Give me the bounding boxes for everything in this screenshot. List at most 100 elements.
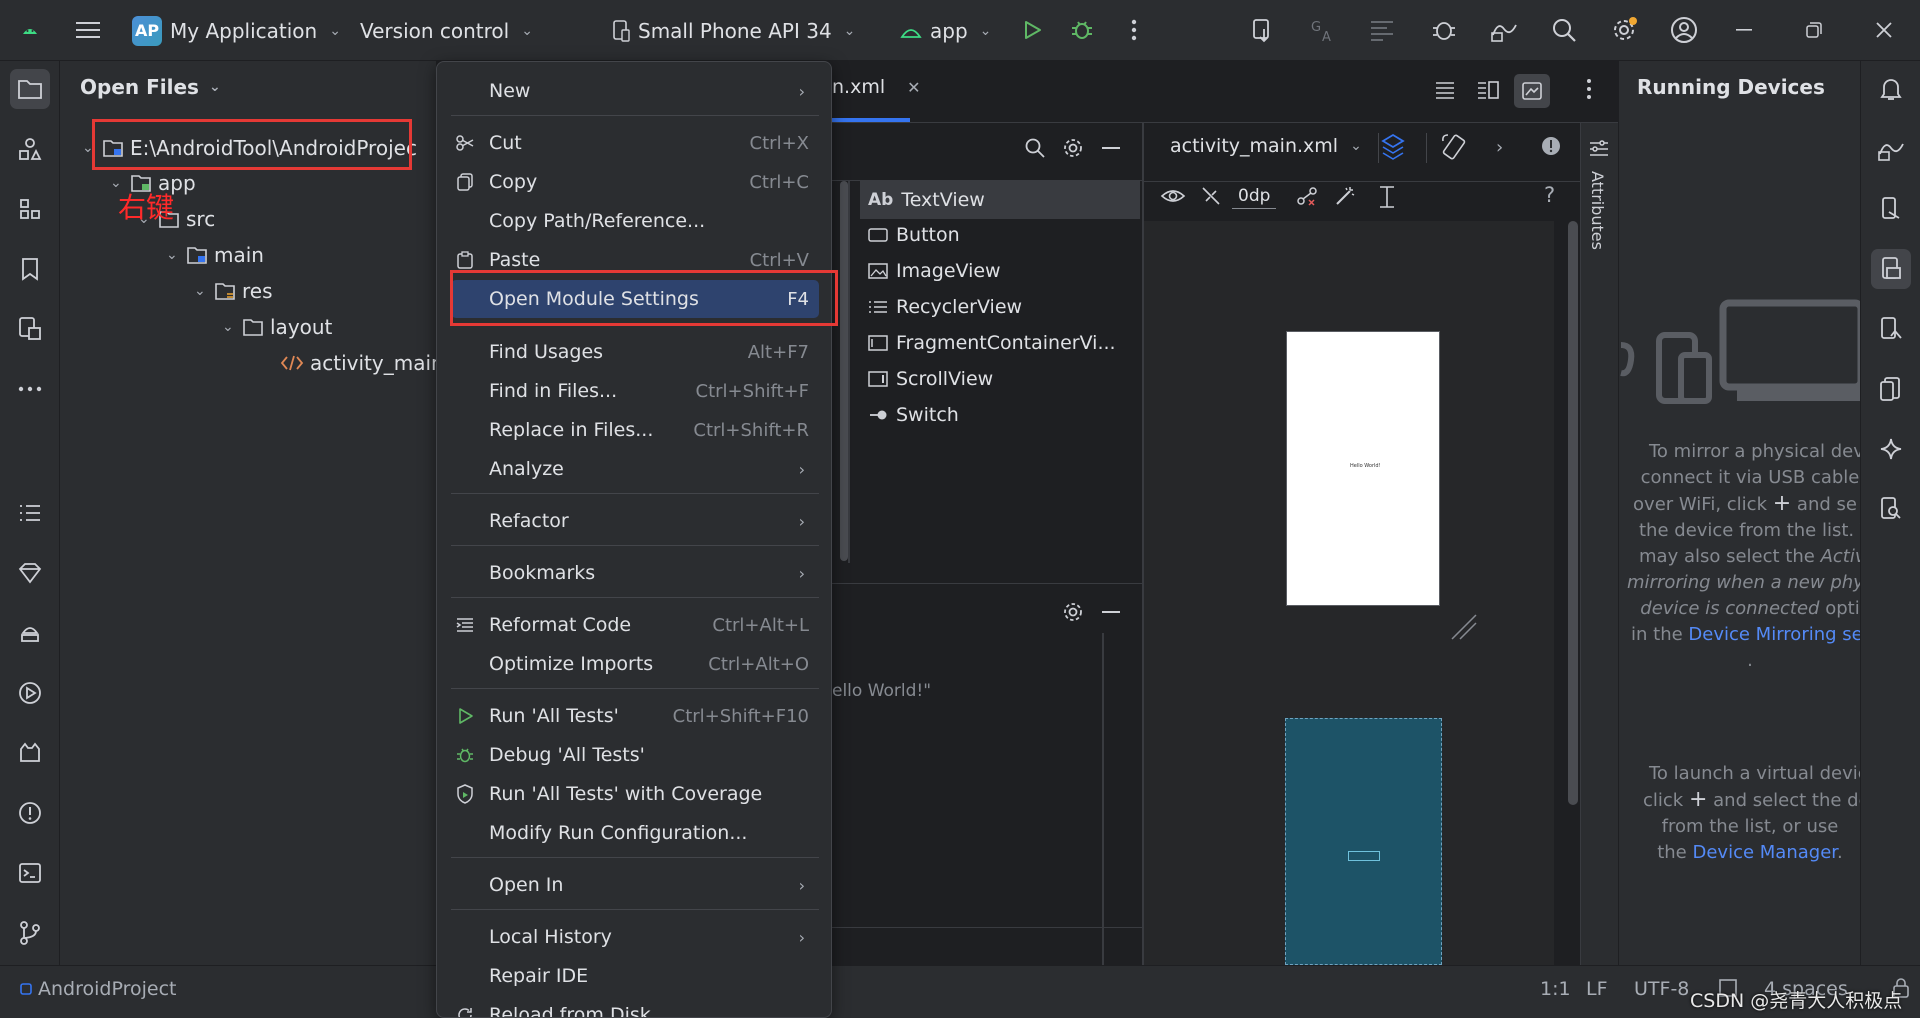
- more-actions-icon[interactable]: [1118, 14, 1150, 46]
- tree-node-main[interactable]: ⌄ main: [166, 238, 264, 272]
- device-manager-link[interactable]: Device Manager: [1693, 842, 1838, 863]
- status-encoding[interactable]: UTF-8: [1634, 978, 1689, 1000]
- structure-icon[interactable]: [10, 189, 50, 229]
- device-manager-icon[interactable]: [1871, 189, 1911, 229]
- design-surface-icon[interactable]: [1380, 133, 1406, 161]
- resource-manager-icon[interactable]: [10, 129, 50, 169]
- palette-item-button[interactable]: Button: [868, 218, 960, 252]
- close-tab-icon[interactable]: ✕: [907, 78, 920, 97]
- menu-item-bookmarks[interactable]: Bookmarks ›: [451, 554, 819, 592]
- menu-item-paste[interactable]: Paste Ctrl+V: [451, 241, 819, 279]
- restore-window-icon[interactable]: [1798, 14, 1830, 46]
- palette-item-imageview[interactable]: ImageView: [868, 254, 1001, 288]
- menu-item-analyze[interactable]: Analyze ›: [451, 450, 819, 488]
- search-icon[interactable]: [1548, 14, 1580, 46]
- clear-constraints-icon[interactable]: [1296, 185, 1318, 207]
- menu-item-debug-all-tests[interactable]: Debug 'All Tests': [451, 736, 819, 774]
- canvas-scrollbar[interactable]: [1568, 221, 1578, 805]
- git-branch-icon[interactable]: [10, 913, 50, 953]
- help-icon[interactable]: ?: [1544, 183, 1555, 207]
- device-mirror-icon[interactable]: [1488, 14, 1520, 46]
- issues-warning-icon[interactable]: [1540, 135, 1562, 157]
- orientation-icon[interactable]: [1440, 133, 1468, 161]
- view-options-eye-icon[interactable]: [1160, 186, 1186, 206]
- project-selector[interactable]: AP My Application ⌄: [132, 0, 341, 61]
- menu-item-local-history[interactable]: Local History ›: [451, 918, 819, 956]
- device-file-explorer-icon[interactable]: [1871, 369, 1911, 409]
- default-margin-field[interactable]: 0dp: [1232, 183, 1277, 209]
- editor-tab-activity-main[interactable]: n.xml ✕: [832, 76, 921, 98]
- logcat-icon[interactable]: [10, 733, 50, 773]
- palette-minimize-icon[interactable]: [1102, 147, 1120, 149]
- minimize-window-icon[interactable]: [1728, 14, 1760, 46]
- menu-item-reformat-code[interactable]: Reformat Code Ctrl+Alt+L: [451, 606, 819, 644]
- vcs-selector[interactable]: Version control ⌄: [360, 0, 533, 61]
- palette-scrollbar[interactable]: [840, 181, 848, 561]
- tree-node-layout[interactable]: ⌄ layout: [222, 310, 332, 344]
- code-view-icon[interactable]: [1434, 80, 1456, 100]
- attributes-sliders-icon[interactable]: [1588, 139, 1610, 159]
- palette-item-recyclerview[interactable]: RecyclerView: [868, 290, 1022, 324]
- device-mirroring-settings-link[interactable]: Device Mirroring set: [1688, 624, 1869, 645]
- editor-options-icon[interactable]: [1586, 78, 1592, 100]
- app-inspection-icon[interactable]: [1428, 14, 1460, 46]
- menu-item-open-in[interactable]: Open In ›: [451, 866, 819, 904]
- run-icon[interactable]: [1016, 14, 1048, 46]
- run-services-icon[interactable]: [10, 673, 50, 713]
- gemini-sparkle-icon[interactable]: [1871, 429, 1911, 469]
- device-selector[interactable]: Small Phone API 34 ⌄: [612, 0, 855, 61]
- component-tree-settings-icon[interactable]: [1062, 601, 1084, 623]
- menu-item-replace-in-files[interactable]: Replace in Files... Ctrl+Shift+R: [451, 411, 819, 449]
- guidelines-icon[interactable]: [1376, 185, 1398, 209]
- settings-gear-icon[interactable]: [1608, 14, 1640, 46]
- palette-item-fragmentcontainer[interactable]: FragmentContainerVi...: [868, 326, 1116, 360]
- attributes-tab-label[interactable]: Attributes: [1588, 171, 1607, 250]
- device-explorer-icon[interactable]: [10, 613, 50, 653]
- menu-item-run-all-tests[interactable]: Run 'All Tests' Ctrl+Shift+F10: [451, 697, 819, 735]
- notifications-bell-icon[interactable]: [1871, 69, 1911, 109]
- gemini-diamond-icon[interactable]: [10, 553, 50, 593]
- status-caret-position[interactable]: 1:1: [1540, 978, 1571, 1000]
- autoconnect-off-icon[interactable]: [1200, 185, 1222, 207]
- chevron-right-icon[interactable]: ›: [1496, 137, 1503, 158]
- layout-file-dropdown[interactable]: activity_main.xml ⌄: [1170, 135, 1362, 157]
- palette-search-icon[interactable]: [1024, 137, 1046, 159]
- phone-design-preview[interactable]: Hello World!: [1286, 331, 1440, 606]
- close-window-icon[interactable]: [1868, 14, 1900, 46]
- menu-item-copy[interactable]: Copy Ctrl+C: [451, 163, 819, 201]
- palette-settings-icon[interactable]: [1062, 137, 1084, 159]
- menu-item-find-usages[interactable]: Find Usages Alt+F7: [451, 333, 819, 371]
- infer-constraints-icon[interactable]: [1334, 185, 1356, 207]
- account-icon[interactable]: [1668, 14, 1700, 46]
- layout-inspector-icon[interactable]: [1871, 489, 1911, 529]
- todo-list-icon[interactable]: [10, 493, 50, 533]
- menu-item-optimize-imports[interactable]: Optimize Imports Ctrl+Alt+O: [451, 645, 819, 683]
- status-project-breadcrumb[interactable]: AndroidProject: [20, 978, 176, 1000]
- tree-node-res[interactable]: ⌄ res: [194, 274, 273, 308]
- tree-node-activity-main[interactable]: activity_main.: [280, 346, 450, 380]
- menu-item-repair-ide[interactable]: Repair IDE: [451, 957, 819, 995]
- menu-item-cut[interactable]: Cut Ctrl+X: [451, 124, 819, 162]
- main-menu-icon[interactable]: [72, 14, 104, 46]
- sync-gradle-icon[interactable]: [1248, 14, 1280, 46]
- translate-icon[interactable]: GA: [1306, 14, 1338, 46]
- menu-item-modify-run-config[interactable]: Modify Run Configuration...: [451, 814, 819, 852]
- menu-item-find-in-files[interactable]: Find in Files... Ctrl+Shift+F: [451, 372, 819, 410]
- menu-item-copy-path[interactable]: Copy Path/Reference...: [451, 202, 819, 240]
- palette-item-scrollview[interactable]: ScrollView: [868, 362, 993, 396]
- project-folder-icon[interactable]: [10, 69, 50, 109]
- menu-item-new[interactable]: New ›: [451, 72, 819, 110]
- menu-item-reload-from-disk[interactable]: Reload from Disk: [451, 996, 819, 1017]
- phone-blueprint-preview[interactable]: [1285, 718, 1442, 965]
- palette-item-textview[interactable]: Ab TextView: [868, 183, 985, 217]
- project-view-selector[interactable]: Open Files ⌄: [80, 75, 221, 99]
- problems-icon[interactable]: [10, 793, 50, 833]
- device-mirror-icon[interactable]: [1871, 129, 1911, 169]
- terminal-icon[interactable]: [10, 853, 50, 893]
- component-tree-minimize-icon[interactable]: [1102, 611, 1120, 613]
- menu-item-run-with-coverage[interactable]: Run 'All Tests' with Coverage: [451, 775, 819, 813]
- build-variants-icon[interactable]: [10, 309, 50, 349]
- run-config-selector[interactable]: app ⌄: [900, 0, 991, 61]
- design-view-icon[interactable]: [1514, 74, 1550, 108]
- menu-item-open-module-settings[interactable]: Open Module Settings F4: [451, 280, 819, 318]
